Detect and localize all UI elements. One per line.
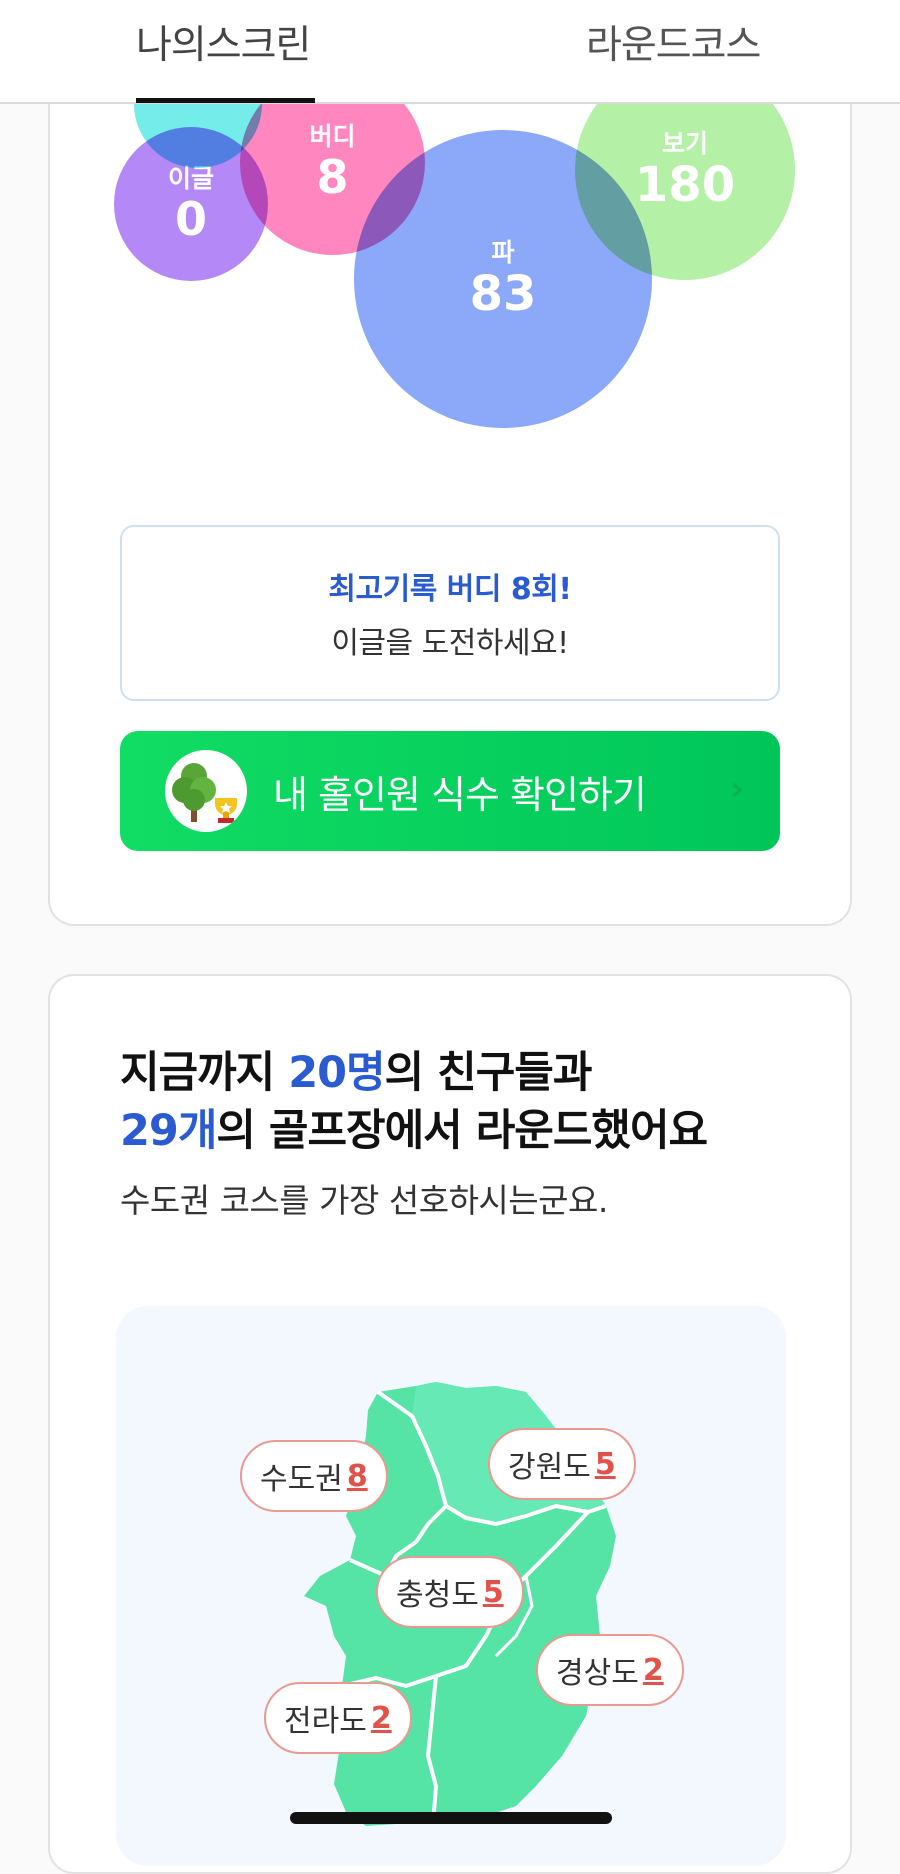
bubble-par-label: 파 [491,237,515,267]
tab-round-course[interactable]: 라운드코스 [586,14,761,70]
chevron-right-icon: › [729,769,744,809]
round-summary-title: 지금까지 20명의 친구들과 29개의 골프장에서 라운드했어요 [120,1044,820,1160]
region-tag-sudogwon[interactable]: 수도권 8 [240,1440,388,1512]
bubble-birdie-value: 8 [316,150,349,205]
region-count: 8 [346,1458,368,1494]
hole-in-one-tree-label: 내 홀인원 식수 확인하기 [273,772,647,817]
tree-trophy-icon [165,750,247,832]
region-tag-jeolla[interactable]: 전라도 2 [264,1682,412,1754]
region-tag-chungcheong[interactable]: 충청도 5 [376,1556,524,1628]
bubble-par-value: 83 [469,265,537,322]
korea-region-map: 수도권 8 강원도 5 충청도 5 경상도 2 전라도 2 [116,1306,786,1866]
best-record-title: 최고기록 버디 8회! [328,572,572,607]
best-record-box: 최고기록 버디 8회! 이글을 도전하세요! [120,525,780,701]
summary-text: 의 친구들과 [384,1048,593,1098]
region-count: 2 [642,1652,664,1688]
bubble-bogey-value: 180 [634,156,736,213]
bubble-birdie-label: 버디 [309,122,356,152]
home-indicator [290,1812,612,1824]
region-count: 5 [482,1574,504,1610]
bubble-eagle-label: 이글 [167,163,214,193]
region-name: 경상도 [556,1656,639,1691]
region-name: 충청도 [396,1578,479,1613]
summary-text: 지금까지 [120,1048,289,1098]
region-tag-gyeongsang[interactable]: 경상도 2 [536,1634,684,1706]
region-count: 5 [594,1446,616,1482]
summary-text: 의 골프장에서 라운드했어요 [216,1106,708,1156]
tab-my-screen[interactable]: 나의스크린 [136,14,311,70]
active-tab-indicator [136,98,315,103]
region-name: 강원도 [508,1450,591,1485]
region-tag-gangwon[interactable]: 강원도 5 [488,1428,636,1500]
friends-count: 20명 [288,1048,385,1098]
best-record-subtitle: 이글을 도전하세요! [331,626,569,661]
region-count: 2 [370,1700,392,1736]
bubble-bogey-label: 보기 [661,128,708,158]
hole-in-one-tree-button[interactable]: 내 홀인원 식수 확인하기 › [120,731,780,851]
region-name: 수도권 [260,1462,343,1497]
round-summary-subtitle: 수도권 코스를 가장 선호하시는군요. [120,1181,608,1220]
region-name: 전라도 [284,1704,367,1739]
bubble-eagle-value: 0 [174,191,207,246]
tab-bar: 나의스크린 라운드코스 [0,0,900,104]
courses-count: 29개 [120,1106,217,1156]
